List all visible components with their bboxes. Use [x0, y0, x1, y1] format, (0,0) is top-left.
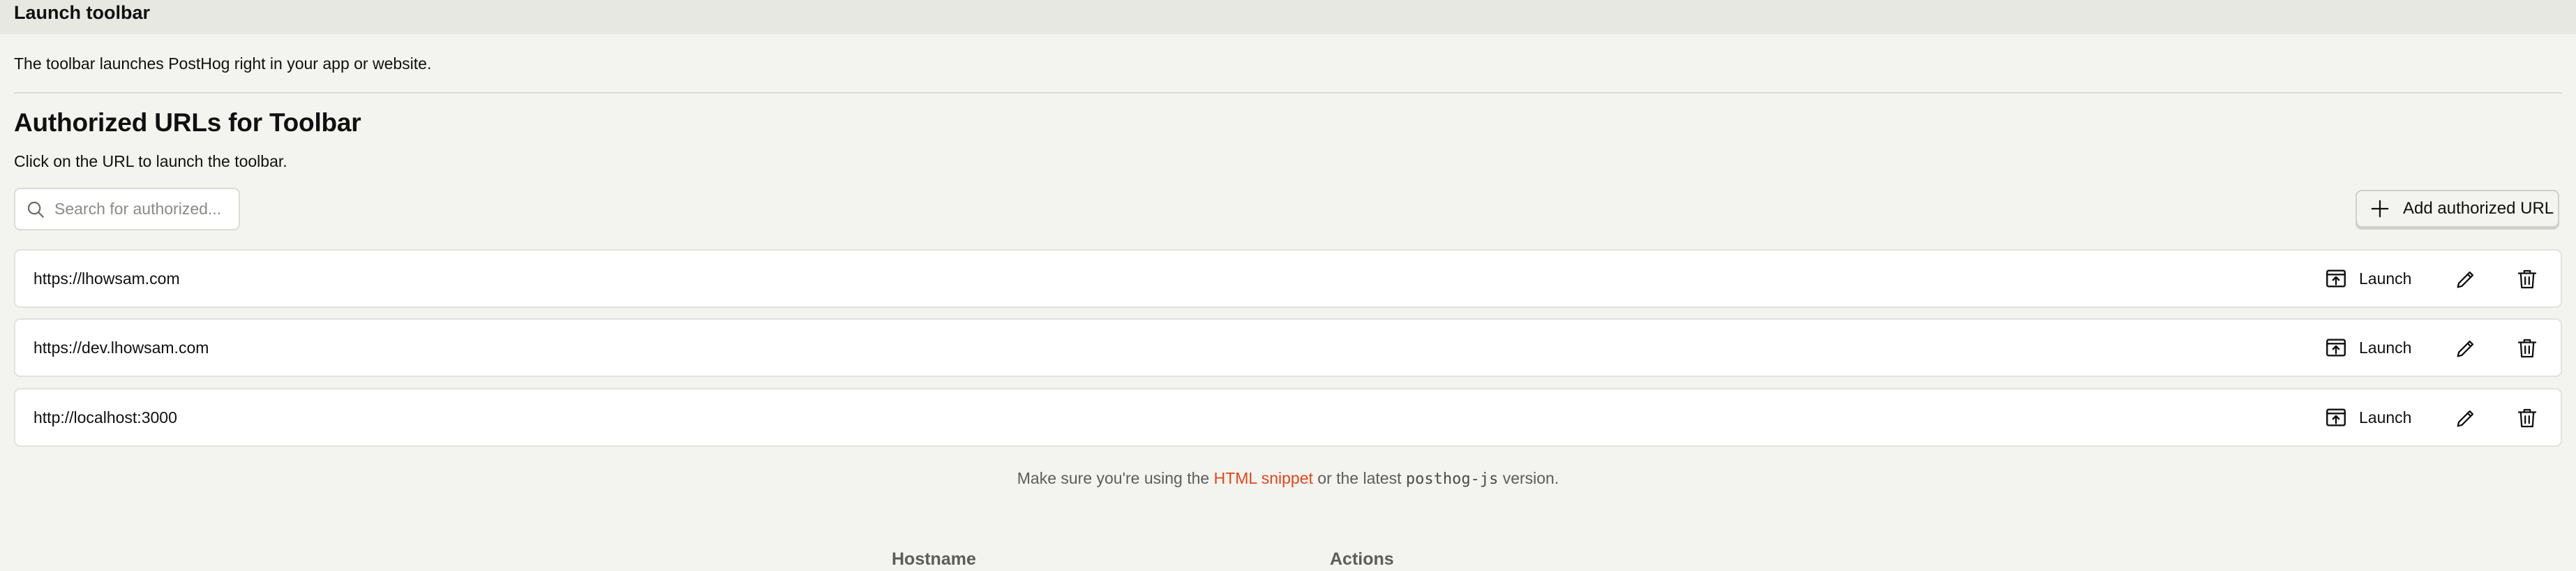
- edit-button[interactable]: [2452, 334, 2480, 362]
- edit-button[interactable]: [2452, 265, 2480, 293]
- url-text[interactable]: https://dev.lhowsam.com: [33, 320, 209, 376]
- url-text[interactable]: https://lhowsam.com: [33, 251, 180, 306]
- url-text[interactable]: http://localhost:3000: [33, 390, 177, 445]
- delete-button[interactable]: [2513, 404, 2541, 432]
- launch-icon: [2324, 267, 2348, 290]
- add-authorized-url-label: Add authorized URL: [2403, 199, 2554, 218]
- divider: [14, 92, 2562, 94]
- url-row: http://localhost:3000 Launch: [14, 388, 2562, 447]
- column-header-hostname: Hostname: [892, 549, 976, 569]
- section-subtitle: Click on the URL to launch the toolbar.: [14, 152, 287, 170]
- page-title: Launch toolbar: [14, 2, 150, 23]
- url-row: https://lhowsam.com Launch: [14, 249, 2562, 308]
- toolbar-description: The toolbar launches PostHog right in yo…: [14, 54, 432, 73]
- posthog-js-code: posthog-js: [1405, 470, 1499, 488]
- delete-button[interactable]: [2513, 265, 2541, 293]
- url-row: https://dev.lhowsam.com Launch: [14, 318, 2562, 377]
- search-icon: [25, 199, 46, 220]
- pencil-icon: [2457, 271, 2474, 288]
- delete-button[interactable]: [2513, 334, 2541, 362]
- footnote-suffix: version.: [1502, 469, 1559, 487]
- toolbar-header-bar: Launch toolbar: [0, 0, 2576, 34]
- launch-icon: [2324, 336, 2348, 359]
- plus-icon: [2369, 198, 2390, 219]
- column-header-actions: Actions: [1330, 549, 1394, 569]
- footnote-prefix: Make sure you're using the: [1017, 469, 1210, 487]
- launch-button[interactable]: Launch: [2324, 401, 2425, 433]
- launch-button[interactable]: Launch: [2324, 332, 2425, 364]
- html-snippet-link[interactable]: HTML snippet: [1214, 469, 1313, 487]
- edit-button[interactable]: [2452, 404, 2480, 432]
- launch-label: Launch: [2359, 338, 2412, 357]
- trash-icon: [2517, 408, 2537, 428]
- launch-icon: [2324, 406, 2348, 429]
- search-box[interactable]: [14, 188, 240, 230]
- footnote-middle: or the latest: [1317, 469, 1402, 487]
- snippet-footnote: Make sure you're using the HTML snippet …: [0, 466, 2576, 491]
- pencil-icon: [2457, 340, 2474, 357]
- pencil-icon: [2457, 410, 2474, 427]
- launch-button[interactable]: Launch: [2324, 262, 2425, 295]
- launch-label: Launch: [2359, 408, 2412, 427]
- add-authorized-url-button[interactable]: Add authorized URL: [2356, 190, 2559, 228]
- trash-icon: [2517, 269, 2537, 289]
- trash-icon: [2517, 339, 2537, 358]
- section-title: Authorized URLs for Toolbar: [14, 108, 361, 137]
- launch-label: Launch: [2359, 269, 2412, 288]
- search-input[interactable]: [54, 200, 229, 218]
